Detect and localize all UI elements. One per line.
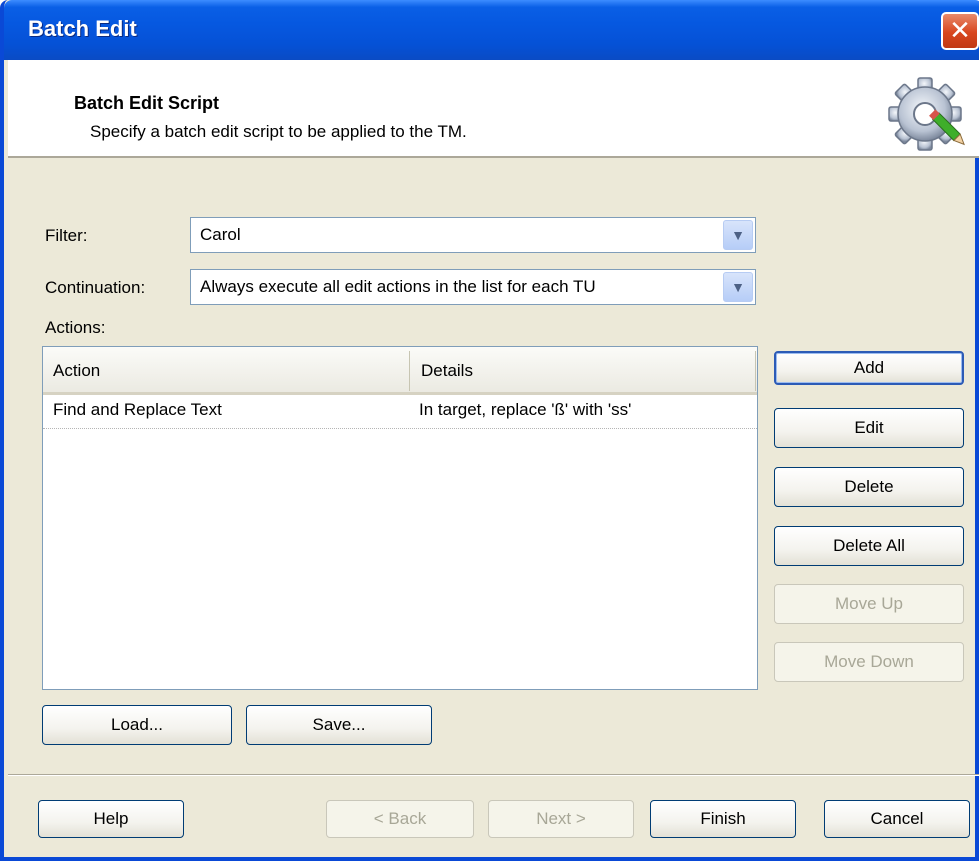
- gear-pencil-icon: [888, 77, 965, 151]
- filter-value: Carol: [200, 225, 241, 244]
- page-description: Specify a batch edit script to be applie…: [90, 122, 467, 141]
- actions-label: Actions:: [45, 318, 106, 337]
- chevron-down-icon[interactable]: ▼: [723, 272, 753, 302]
- column-header-details[interactable]: Details: [421, 361, 473, 381]
- column-header-action[interactable]: Action: [53, 361, 100, 381]
- close-icon: ✕: [949, 15, 971, 45]
- chevron-down-icon[interactable]: ▼: [723, 220, 753, 250]
- filter-label: Filter:: [45, 226, 88, 245]
- cancel-button[interactable]: Cancel: [824, 800, 970, 838]
- close-button[interactable]: ✕: [941, 12, 979, 50]
- list-header: Action Details: [43, 347, 757, 395]
- back-button[interactable]: < Back: [326, 800, 474, 838]
- action-cell: Find and Replace Text: [53, 400, 222, 419]
- table-row[interactable]: Find and Replace Text In target, replace…: [43, 397, 757, 429]
- column-divider[interactable]: [755, 351, 756, 391]
- footer-divider: [8, 774, 979, 776]
- load-button[interactable]: Load...: [42, 705, 232, 745]
- edit-button[interactable]: Edit: [774, 408, 964, 448]
- delete-all-button[interactable]: Delete All: [774, 526, 964, 566]
- batch-edit-window: Batch Edit ✕ Batch Edit Script Specify a…: [0, 0, 979, 861]
- details-cell: In target, replace 'ß' with 'ss': [419, 400, 632, 419]
- page-title: Batch Edit Script: [74, 93, 220, 113]
- move-up-button[interactable]: Move Up: [774, 584, 964, 624]
- continuation-dropdown[interactable]: Always execute all edit actions in the l…: [190, 269, 756, 305]
- wizard-header: Batch Edit Script Specify a batch edit s…: [8, 60, 979, 158]
- help-button[interactable]: Help: [38, 800, 184, 838]
- add-button[interactable]: Add: [774, 351, 964, 385]
- filter-dropdown[interactable]: Carol ▼: [190, 217, 756, 253]
- next-button[interactable]: Next >: [488, 800, 634, 838]
- delete-button[interactable]: Delete: [774, 467, 964, 507]
- continuation-label: Continuation:: [45, 278, 146, 297]
- save-button[interactable]: Save...: [246, 705, 432, 745]
- actions-list[interactable]: Action Details Find and Replace Text In …: [42, 346, 758, 690]
- window-title: Batch Edit: [28, 16, 137, 41]
- column-divider[interactable]: [409, 351, 410, 391]
- title-bar[interactable]: Batch Edit ✕: [4, 0, 979, 60]
- continuation-value: Always execute all edit actions in the l…: [200, 277, 596, 296]
- finish-button[interactable]: Finish: [650, 800, 796, 838]
- move-down-button[interactable]: Move Down: [774, 642, 964, 682]
